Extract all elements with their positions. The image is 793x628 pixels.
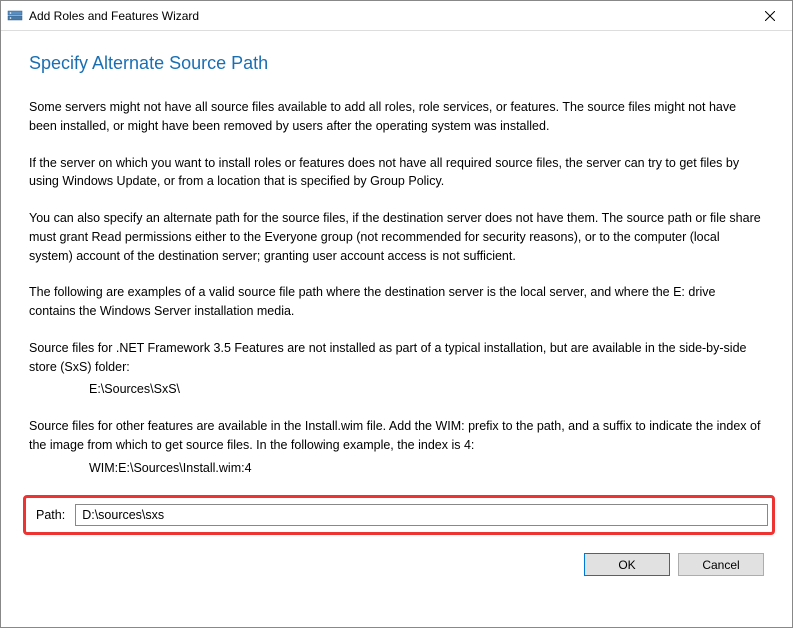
window-title: Add Roles and Features Wizard (29, 9, 747, 23)
close-button[interactable] (747, 1, 792, 31)
cancel-button[interactable]: Cancel (678, 553, 764, 576)
description-paragraph-2: If the server on which you want to insta… (29, 154, 764, 192)
ok-button[interactable]: OK (584, 553, 670, 576)
path-input-row: Path: (23, 495, 775, 535)
description-paragraph-3: You can also specify an alternate path f… (29, 209, 764, 265)
close-icon (765, 11, 775, 21)
description-paragraph-1: Some servers might not have all source f… (29, 98, 764, 136)
server-manager-icon (7, 8, 23, 24)
description-paragraph-5: Source files for .NET Framework 3.5 Feat… (29, 339, 764, 377)
description-paragraph-6: Source files for other features are avai… (29, 417, 764, 455)
path-label: Path: (36, 508, 65, 522)
dialog-content: Specify Alternate Source Path Some serve… (1, 31, 792, 586)
page-heading: Specify Alternate Source Path (29, 53, 764, 74)
example-path-2: WIM:E:\Sources\Install.wim:4 (89, 459, 764, 478)
dialog-buttons: OK Cancel (29, 553, 764, 576)
example-path-1: E:\Sources\SxS\ (89, 380, 764, 399)
path-input[interactable] (75, 504, 768, 526)
description-paragraph-4: The following are examples of a valid so… (29, 283, 764, 321)
titlebar: Add Roles and Features Wizard (1, 1, 792, 31)
